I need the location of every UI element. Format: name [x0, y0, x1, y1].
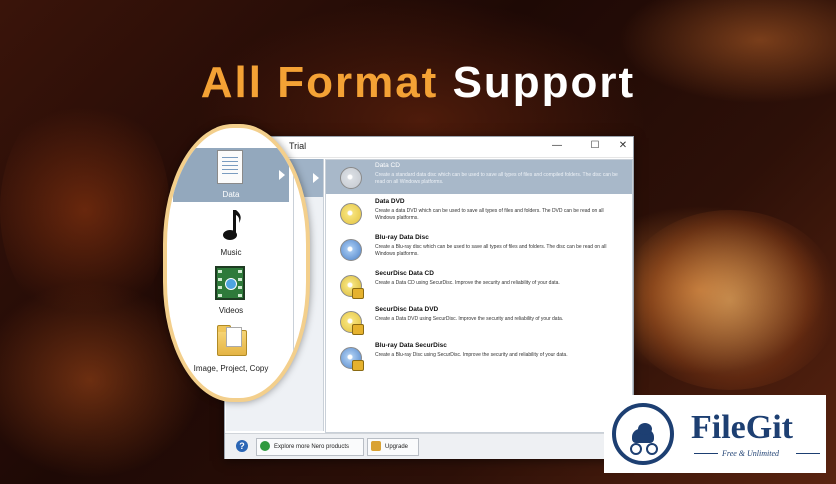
item-desc: Create a Blu-ray disc which can be used …	[375, 244, 607, 257]
item-desc: Create a Data DVD using SecurDisc. Impro…	[375, 316, 564, 322]
maximize-button[interactable]: ☐	[587, 140, 603, 151]
minimize-button[interactable]: —	[549, 140, 565, 151]
logo-circle-icon	[612, 403, 674, 465]
list-item-data-dvd[interactable]: Data DVD Create a data DVD which can be …	[326, 196, 632, 230]
list-item-data-cd[interactable]: Data CD Create a standard data disc whic…	[326, 160, 632, 194]
list-item-bluray-data-securdisc[interactable]: Blu-ray Data SecurDisc Create a Blu-ray …	[326, 340, 632, 374]
nero-globe-icon	[260, 441, 270, 451]
lock-icon	[352, 288, 364, 299]
category-music[interactable]: Music	[173, 208, 289, 260]
list-item-securdisc-data-cd[interactable]: SecurDisc Data CD Create a Data CD using…	[326, 268, 632, 302]
explore-products-button[interactable]: Explore more Nero products	[256, 438, 364, 456]
dvd-disc-icon	[340, 203, 362, 225]
upgrade-icon	[371, 441, 381, 451]
item-title: Data DVD	[375, 198, 405, 205]
item-desc: Create a Data CD using SecurDisc. Improv…	[375, 280, 560, 286]
project-list: Data CD Create a standard data disc whic…	[325, 159, 633, 433]
list-item-securdisc-data-dvd[interactable]: SecurDisc Data DVD Create a Data DVD usi…	[326, 304, 632, 338]
item-desc: Create a Blu-ray Disc using SecurDisc. I…	[375, 352, 568, 358]
category-videos[interactable]: Videos	[173, 266, 289, 318]
chevron-right-icon	[313, 173, 319, 183]
logo-name: FileGit	[691, 409, 793, 446]
category-label: Music	[220, 248, 242, 257]
lock-icon	[352, 360, 364, 371]
fire-glow-left	[0, 90, 170, 330]
data-document-icon	[217, 150, 243, 184]
item-title: SecurDisc Data DVD	[375, 306, 439, 313]
logo-rule-right	[796, 453, 820, 454]
help-icon[interactable]: ?	[236, 440, 248, 452]
logo-tagline: Free & Unlimited	[722, 449, 780, 458]
item-title: Blu-ray Data Disc	[375, 234, 429, 241]
upgrade-button[interactable]: Upgrade	[367, 438, 419, 456]
category-label: Data	[222, 190, 240, 199]
bottom-bar: ? Explore more Nero products Upgrade	[225, 433, 633, 459]
explore-label: Explore more Nero products	[274, 444, 350, 450]
category-image-project-copy[interactable]: Image, Project, Copy	[173, 324, 289, 376]
item-title: Data CD	[375, 162, 400, 169]
list-item-bluray-data-disc[interactable]: Blu-ray Data Disc Create a Blu-ray disc …	[326, 232, 632, 266]
item-title: Blu-ray Data SecurDisc	[375, 342, 447, 349]
item-desc: Create a data DVD which can be used to s…	[375, 208, 604, 221]
film-icon	[215, 266, 245, 300]
music-note-icon	[223, 210, 241, 240]
headline-part2: Support	[452, 58, 636, 107]
category-data[interactable]: Data	[173, 150, 289, 202]
pane-divider	[293, 128, 294, 398]
folder-icon	[217, 325, 247, 356]
category-label: Image, Project, Copy	[193, 364, 269, 373]
headline-part1: All Format	[200, 58, 439, 107]
bluray-disc-icon	[340, 239, 362, 261]
item-title: SecurDisc Data CD	[375, 270, 434, 277]
upgrade-label: Upgrade	[385, 444, 409, 450]
headline: All Format Support	[0, 58, 836, 108]
cd-disc-icon	[340, 167, 362, 189]
lock-icon	[352, 324, 364, 335]
category-label: Videos	[218, 306, 244, 315]
fire-glow	[620, 210, 836, 390]
logo-rule-left	[694, 453, 718, 454]
item-desc: Create a standard data disc which can be…	[375, 172, 618, 185]
filegit-logo: FileGit Free & Unlimited	[604, 395, 826, 473]
category-zoom-callout: Data Music Videos Image, Project, Copy	[163, 124, 310, 402]
close-button[interactable]: ✕	[615, 140, 631, 151]
